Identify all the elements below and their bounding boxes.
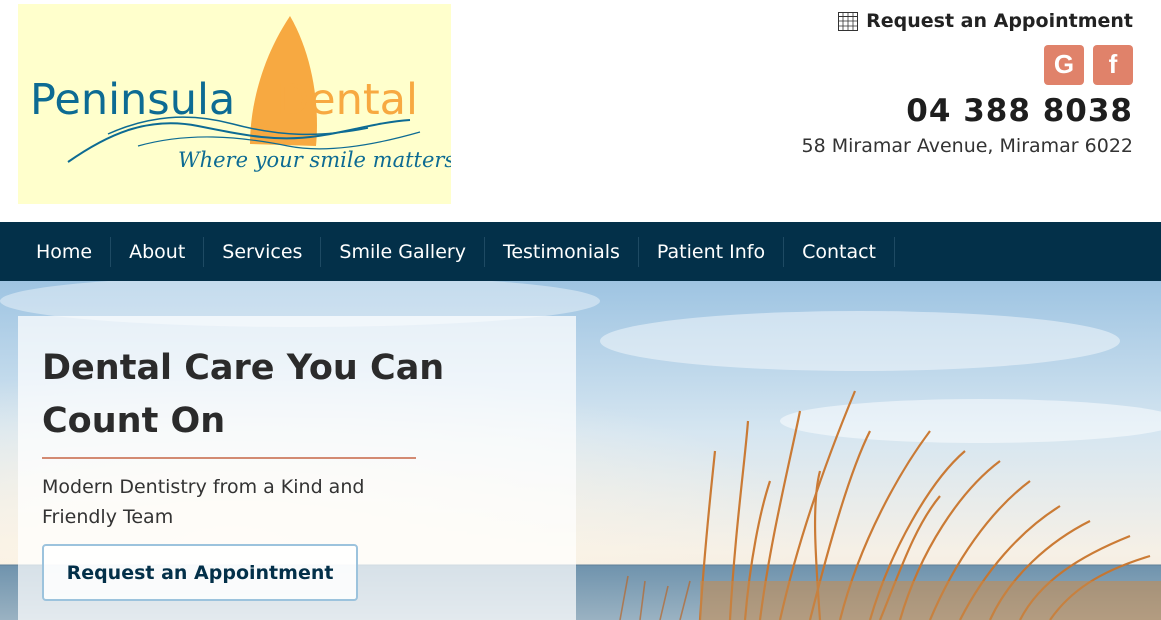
header-contact: Request an Appointment G f 04 388 8038 5… [733,10,1133,157]
nav-item-smile-gallery[interactable]: Smile Gallery [321,236,485,267]
calendar-icon [838,11,859,31]
address: 58 Miramar Avenue, Miramar 6022 [801,134,1134,157]
social-links: G f [733,44,1133,85]
main-nav: Home About Services Smile Gallery Testim… [0,222,1161,281]
logo-name-peninsula: Peninsula [30,75,235,125]
phone-number[interactable]: 04 388 8038 [733,93,1133,129]
nav-item-about[interactable]: About [111,236,205,267]
site-logo[interactable]: Peninsula Dental Where your smile matter… [18,4,451,204]
nav-item-testimonials[interactable]: Testimonials [485,236,639,267]
nav-item-contact[interactable]: Contact [784,236,895,267]
hero-section: Dental Care You Can Count On Modern Dent… [0,281,1161,620]
nav-item-patient-info[interactable]: Patient Info [639,236,785,267]
hero-title: Dental Care You Can Count On [42,348,445,441]
nav-item-home[interactable]: Home [18,236,112,267]
hero-appointment-button[interactable]: Request an Appointment [42,544,358,601]
logo-tagline: Where your smile matters [178,148,451,172]
logo-name-dental: Dental [276,75,418,125]
logo-graphic: Peninsula Dental Where your smile matter… [30,16,451,172]
google-icon[interactable]: G [1044,44,1084,85]
hero-subtitle: Modern Dentistry from a Kind and Friendl… [42,476,365,528]
nav-item-services[interactable]: Services [204,236,322,267]
hero-divider [42,457,416,459]
hero-content-panel: Dental Care You Can Count On Modern Dent… [18,316,576,620]
site-header: Peninsula Dental Where your smile matter… [0,0,1161,222]
header-appointment-label: Request an Appointment [866,10,1133,32]
header-appointment-link[interactable]: Request an Appointment [838,10,1133,32]
facebook-icon[interactable]: f [1093,44,1133,85]
